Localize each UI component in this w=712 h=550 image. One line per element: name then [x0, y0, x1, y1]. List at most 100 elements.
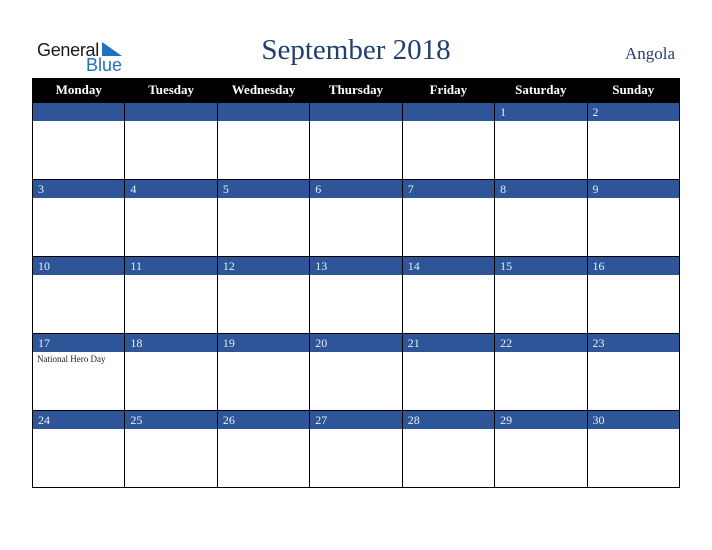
- weekday-header: Wednesday: [216, 78, 311, 103]
- week-row: 12: [31, 102, 681, 180]
- day-number: 1: [495, 103, 587, 121]
- day-number: 18: [125, 334, 217, 352]
- day-cell[interactable]: 8: [494, 179, 588, 257]
- holiday-event: [495, 275, 586, 277]
- day-cell[interactable]: 14: [401, 256, 496, 334]
- holiday-event: [403, 429, 494, 431]
- day-number: 6: [310, 180, 402, 198]
- holiday-event: [495, 198, 586, 200]
- holiday-event: [310, 275, 401, 277]
- holiday-event: [218, 275, 309, 277]
- day-number: 16: [587, 257, 679, 275]
- holiday-event: [310, 198, 401, 200]
- day-cell[interactable]: 30: [586, 410, 681, 488]
- holiday-event: [218, 352, 309, 354]
- day-number: 23: [587, 334, 679, 352]
- day-cell[interactable]: 11: [124, 256, 218, 334]
- day-cell[interactable]: 5: [216, 179, 311, 257]
- day-cell[interactable]: 15: [494, 256, 588, 334]
- weekday-header: Saturday: [494, 78, 588, 103]
- day-number: [310, 103, 402, 121]
- day-number: [125, 103, 217, 121]
- day-number: 8: [495, 180, 587, 198]
- holiday-event: [33, 429, 124, 431]
- weekday-header: Monday: [31, 78, 126, 103]
- holiday-event: [495, 429, 586, 431]
- day-cell[interactable]: 25: [124, 410, 218, 488]
- day-cell[interactable]: 23: [586, 333, 681, 411]
- day-cell[interactable]: 29: [494, 410, 588, 488]
- day-cell[interactable]: 18: [124, 333, 218, 411]
- day-cell[interactable]: 9: [586, 179, 681, 257]
- day-cell[interactable]: 24: [31, 410, 126, 488]
- day-number: 5: [217, 180, 310, 198]
- holiday-event: [33, 198, 124, 200]
- day-cell[interactable]: 13: [309, 256, 403, 334]
- holiday-event: [495, 121, 586, 123]
- holiday-event: [125, 275, 216, 277]
- day-cell[interactable]: 22: [494, 333, 588, 411]
- holiday-event: [33, 121, 124, 123]
- holiday-event: [218, 429, 309, 431]
- holiday-event: [403, 352, 494, 354]
- day-number: 15: [495, 257, 587, 275]
- day-cell[interactable]: [216, 102, 311, 180]
- weekday-header: Tuesday: [124, 78, 218, 103]
- day-cell[interactable]: 19: [216, 333, 311, 411]
- day-cell[interactable]: 10: [31, 256, 126, 334]
- day-number: 28: [402, 411, 495, 429]
- day-number: 3: [33, 180, 125, 198]
- day-cell[interactable]: 7: [401, 179, 496, 257]
- day-number: 2: [587, 103, 679, 121]
- holiday-event: [588, 275, 679, 277]
- day-cell[interactable]: [309, 102, 403, 180]
- weekday-header-row: Monday Tuesday Wednesday Thursday Friday…: [31, 78, 681, 103]
- holiday-event: [588, 352, 679, 354]
- day-cell[interactable]: 26: [216, 410, 311, 488]
- day-cell[interactable]: [31, 102, 126, 180]
- day-cell[interactable]: 21: [401, 333, 496, 411]
- day-cell[interactable]: 17 National Hero Day: [31, 333, 126, 411]
- day-number: 22: [495, 334, 587, 352]
- day-cell[interactable]: 12: [216, 256, 311, 334]
- day-number: [33, 103, 125, 121]
- holiday-event: [495, 352, 586, 354]
- day-cell[interactable]: [124, 102, 218, 180]
- day-number: 4: [125, 180, 217, 198]
- day-cell[interactable]: 2: [586, 102, 681, 180]
- day-cell[interactable]: 20: [309, 333, 403, 411]
- day-cell[interactable]: 27: [309, 410, 403, 488]
- day-number: 20: [310, 334, 402, 352]
- holiday-event: [588, 198, 679, 200]
- holiday-event: [588, 121, 679, 123]
- day-cell[interactable]: 28: [401, 410, 496, 488]
- day-cell[interactable]: 3: [31, 179, 126, 257]
- day-cell[interactable]: 1: [494, 102, 588, 180]
- week-row: 17 National Hero Day 18 19 20 21 22 23: [31, 333, 681, 411]
- week-row: 3456789: [31, 179, 681, 257]
- day-number: [402, 103, 495, 121]
- day-number: 11: [125, 257, 217, 275]
- weekday-header: Sunday: [586, 78, 681, 103]
- holiday-event: [125, 198, 216, 200]
- holiday-event: [310, 429, 401, 431]
- holiday-event: [310, 121, 401, 123]
- week-row: 24 25 26 27 28 29 30: [31, 410, 681, 488]
- day-cell[interactable]: 6: [309, 179, 403, 257]
- day-number: 24: [33, 411, 125, 429]
- day-number: 14: [402, 257, 495, 275]
- holiday-event: [125, 352, 216, 354]
- country-label: Angola: [624, 44, 675, 63]
- day-number: 29: [495, 411, 587, 429]
- day-cell[interactable]: 16: [586, 256, 681, 334]
- holiday-event: [403, 275, 494, 277]
- calendar-title: September 2018: [261, 34, 451, 66]
- day-number: 13: [310, 257, 402, 275]
- day-number: 9: [587, 180, 679, 198]
- weekday-header: Thursday: [309, 78, 403, 103]
- day-cell[interactable]: 4: [124, 179, 218, 257]
- holiday-event: National Hero Day: [37, 354, 106, 364]
- day-number: 25: [125, 411, 217, 429]
- calendar-grid: Monday Tuesday Wednesday Thursday Friday…: [31, 78, 681, 488]
- day-cell[interactable]: [401, 102, 496, 180]
